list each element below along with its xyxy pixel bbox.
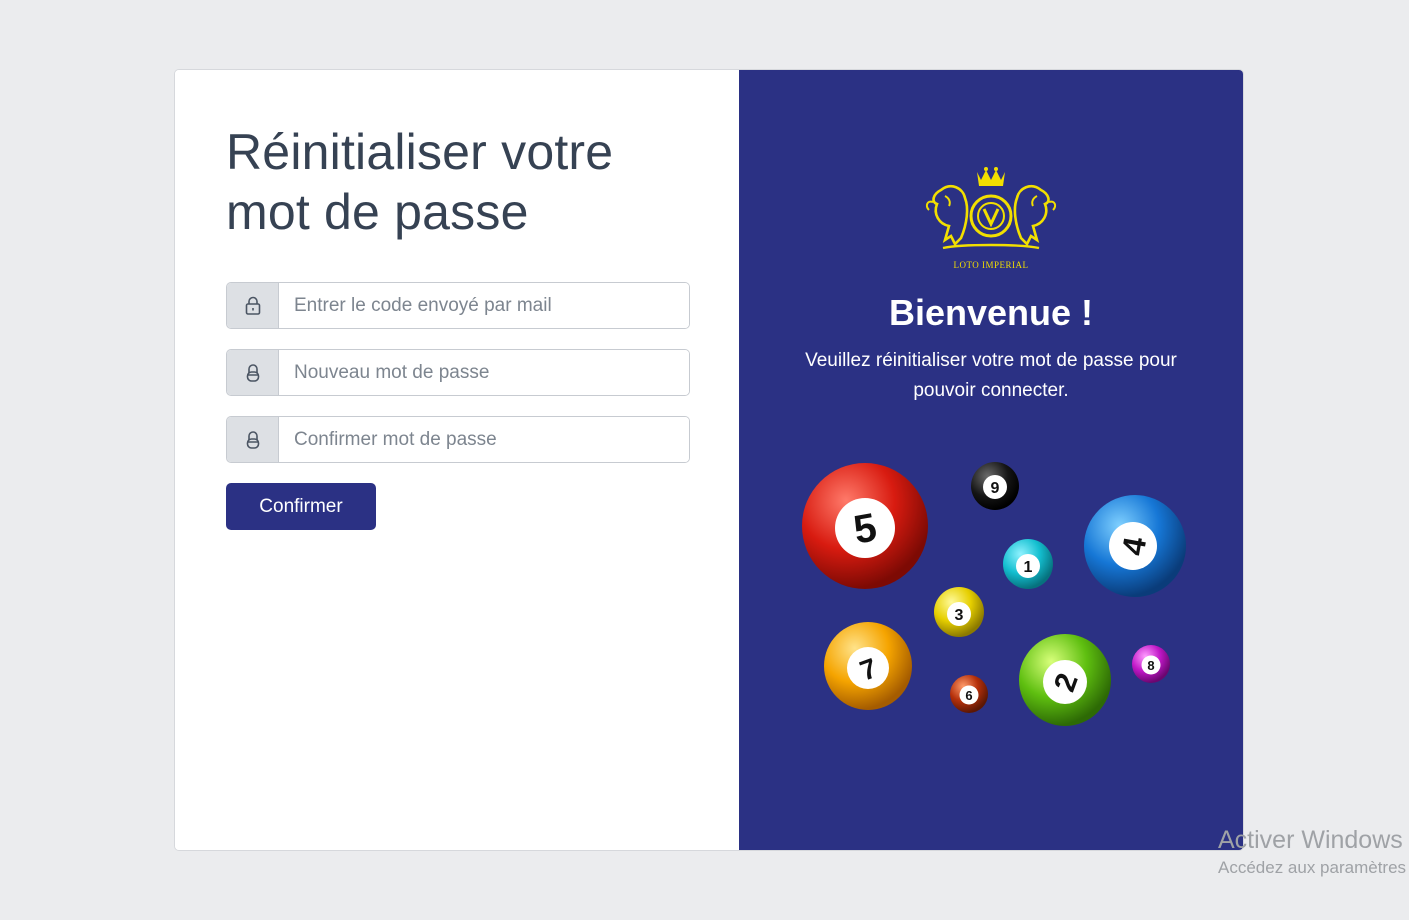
reset-password-form: Confirmer	[226, 282, 690, 530]
page-title: Réinitialiser votre mot de passe	[226, 124, 614, 240]
code-input[interactable]	[279, 283, 689, 328]
windows-activation-watermark: Activer Windows Accédez aux paramètres	[1218, 824, 1406, 880]
ball-number: 9	[991, 480, 1000, 497]
logo-text: LOTO IMPERIAL	[953, 260, 1028, 270]
welcome-message: Veuillez réinitialiser votre mot de pass…	[805, 350, 1177, 401]
lock-icon	[227, 283, 279, 328]
watermark-title: Activer Windows	[1218, 826, 1403, 854]
ball-number: 6	[965, 688, 972, 703]
lottery-ball: 5	[801, 463, 928, 589]
new-password-input-group	[226, 349, 690, 396]
lottery-ball: 1	[1002, 539, 1053, 589]
confirm-password-input-group	[226, 416, 690, 463]
lock-icon	[227, 350, 279, 395]
lottery-ball: 2	[1018, 634, 1111, 726]
lottery-ball: 9	[970, 462, 1019, 510]
new-password-input[interactable]	[279, 350, 689, 395]
code-input-group	[226, 282, 690, 329]
welcome-panel: LOTO IMPERIAL Bienvenue ! Veuillez réini…	[738, 70, 1243, 850]
reset-password-card: Réinitialiser votre mot de passe Entrer …	[174, 69, 1244, 851]
welcome-title: Bienvenue !	[888, 292, 1094, 333]
lottery-ball: 8	[1131, 645, 1170, 683]
lock-icon	[227, 417, 279, 462]
ball-number: 1	[1024, 559, 1033, 576]
confirm-button[interactable]: Confirmer	[226, 483, 376, 530]
reset-form-panel: Réinitialiser votre mot de passe Entrer …	[175, 70, 739, 850]
lottery-ball: 7	[823, 622, 912, 710]
loto-imperial-logo: LOTO IMPERIAL	[925, 167, 1057, 270]
confirm-password-input[interactable]	[279, 417, 689, 462]
watermark-subtitle: Accédez aux paramètres	[1218, 858, 1407, 877]
lottery-ball: 6	[949, 675, 988, 713]
lottery-ball: 3	[933, 587, 984, 637]
ball-number: 3	[955, 607, 964, 624]
lottery-ball: 4	[1083, 495, 1186, 597]
lottery-balls-illustration: 5 9 1 4 3 7 6 2 8	[801, 462, 1186, 726]
ball-number: 8	[1147, 658, 1154, 673]
